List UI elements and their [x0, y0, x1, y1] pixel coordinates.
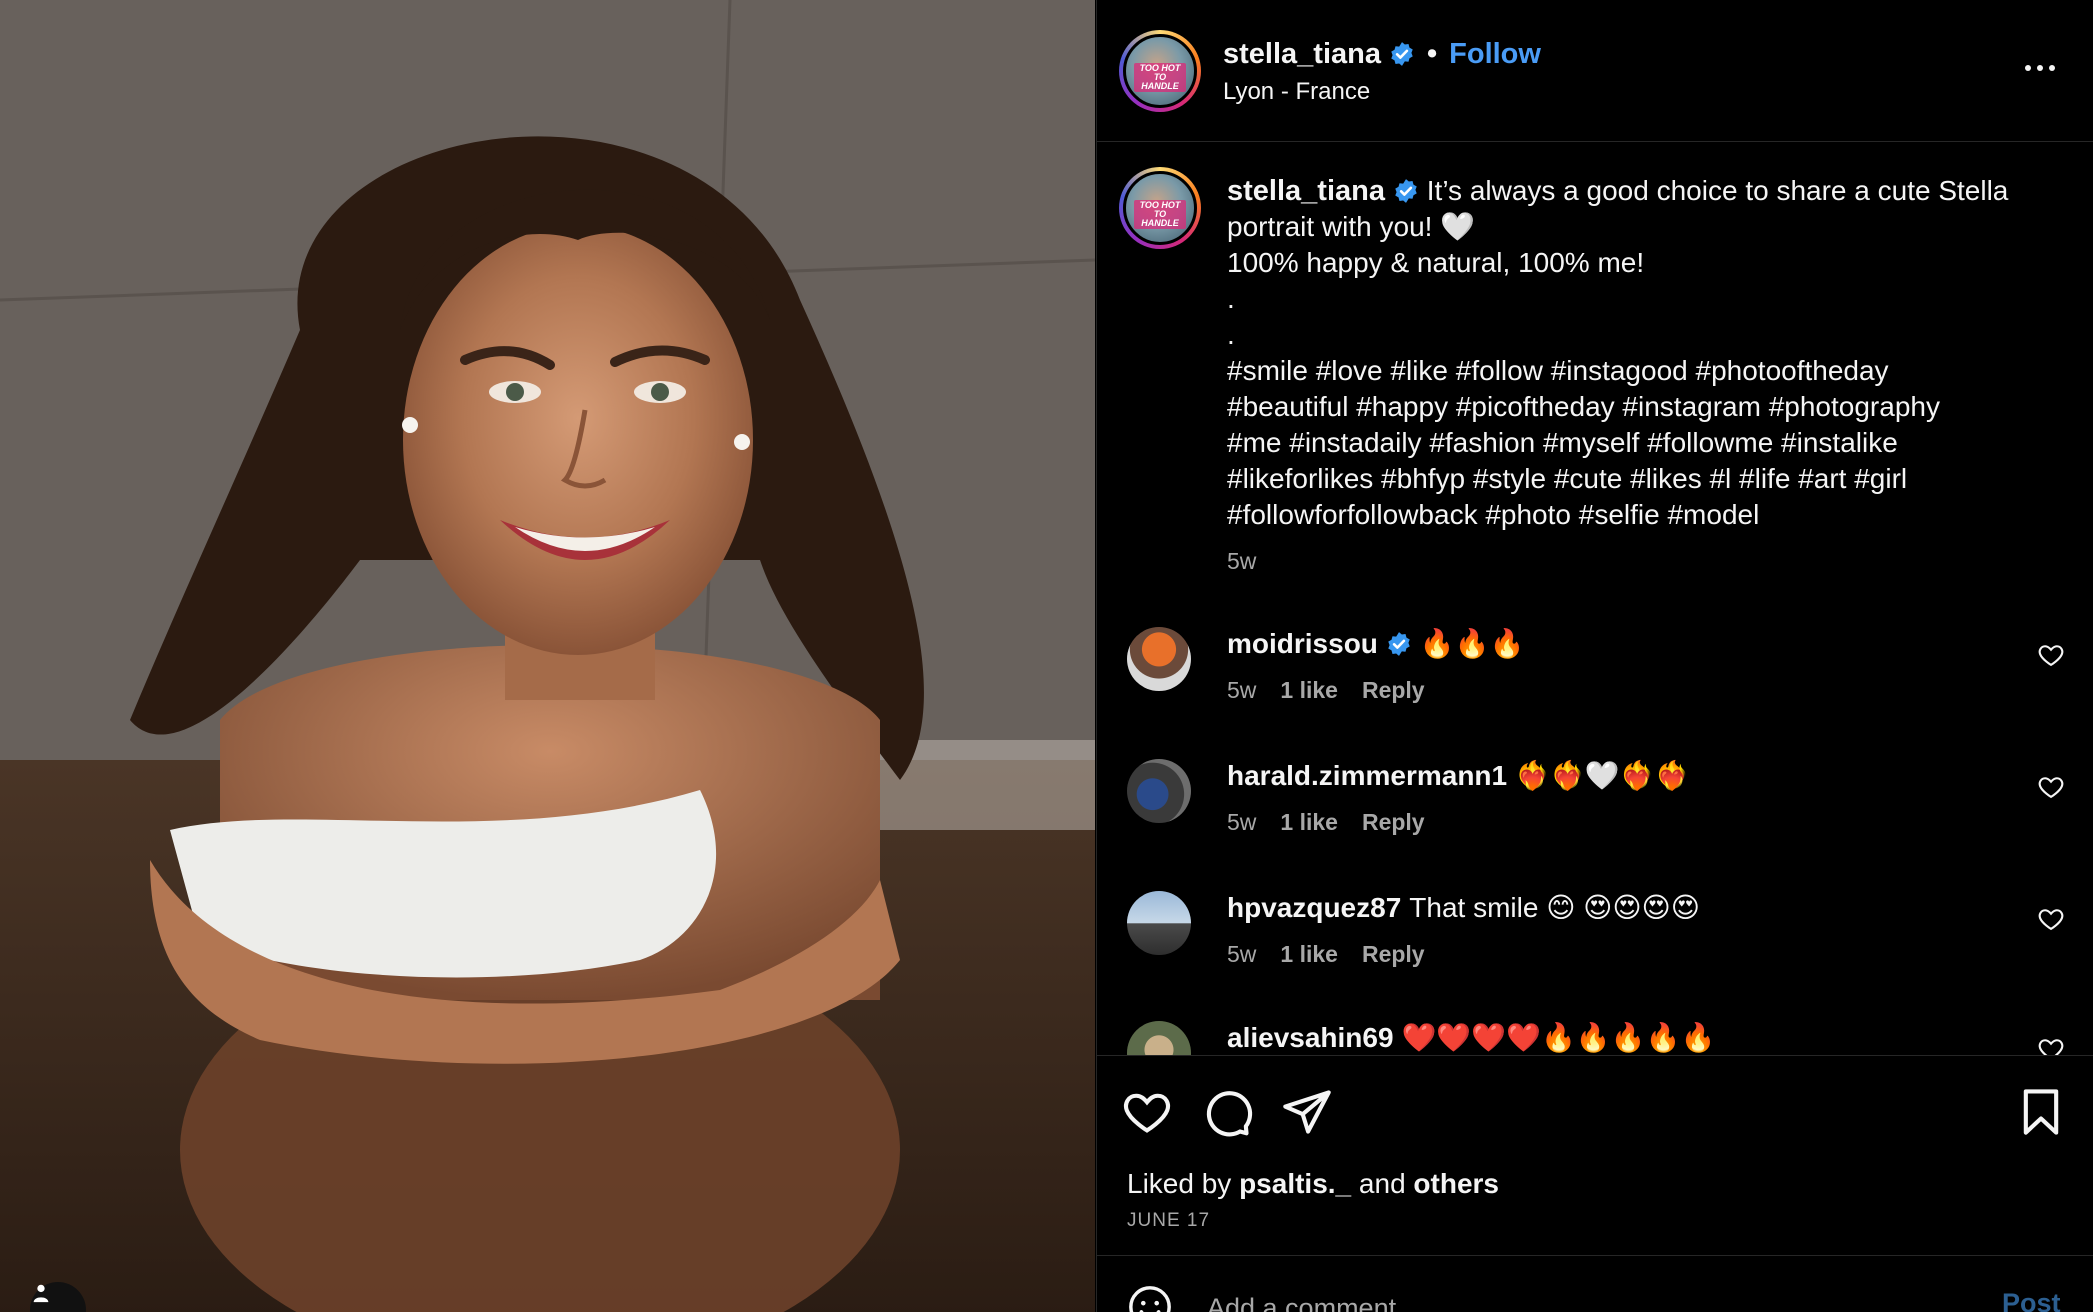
commenter-avatar[interactable]	[1127, 1021, 1191, 1055]
avatar-badge-text: TOO HOT TO HANDLE	[1134, 62, 1186, 92]
comment-heart-icon[interactable]	[2037, 1035, 2065, 1055]
comment-input[interactable]	[1207, 1288, 1907, 1312]
comment-meta: 5w 1 like Reply	[1227, 941, 1425, 968]
more-options-icon[interactable]	[2020, 48, 2060, 88]
bookmark-icon[interactable]	[2015, 1086, 2067, 1138]
separator-dot: •	[1426, 38, 1438, 70]
comment-heart-icon[interactable]	[2037, 641, 2065, 669]
post-comment-button[interactable]: Post	[2002, 1288, 2061, 1312]
verified-badge-icon	[1388, 632, 1410, 656]
caption-timestamp[interactable]: 5w	[1227, 548, 1256, 575]
comment-username[interactable]: hpvazquez87	[1227, 892, 1401, 923]
follow-button[interactable]: Follow	[1449, 38, 1541, 70]
photo-illustration	[0, 0, 1095, 1312]
comment-time[interactable]: 5w	[1227, 677, 1256, 703]
author-username[interactable]: stella_tiana	[1223, 38, 1381, 70]
liked-by-text: Liked by psaltis._ and others	[1127, 1168, 1499, 1200]
comment-username[interactable]: harald.zimmermann1	[1227, 760, 1507, 791]
comment-likes[interactable]: 1 like	[1280, 941, 1338, 967]
caption-avatar-badge: TOO HOT TO HANDLE	[1134, 199, 1186, 229]
comment-text: ❤️‍🔥❤️‍🔥🤍❤️‍🔥❤️‍🔥	[1515, 760, 1690, 791]
post-header: TOO HOT TO HANDLE stella_tiana • Follow Ly…	[1097, 0, 2093, 142]
caption-avatar[interactable]: TOO HOT TO HANDLE	[1119, 167, 1201, 249]
comment-content: harald.zimmermann1 ❤️‍🔥❤️‍🔥🤍❤️‍🔥❤️‍🔥	[1227, 759, 1689, 792]
post-photo[interactable]	[0, 0, 1095, 1312]
comment-item: moidrissou 🔥🔥🔥 5w 1 like Reply	[1097, 627, 2093, 747]
comment-item: harald.zimmermann1 ❤️‍🔥❤️‍🔥🤍❤️‍🔥❤️‍🔥 5w 1 …	[1097, 759, 2093, 879]
comment-content: alievsahin69 ❤️❤️❤️❤️🔥🔥🔥🔥🔥	[1227, 1021, 1715, 1054]
liked-by-others[interactable]: others	[1413, 1168, 1499, 1199]
commenter-avatar[interactable]	[1127, 627, 1191, 691]
caption-text-block: stella_tiana It’s always a good choice t…	[1227, 173, 2047, 533]
comment-likes[interactable]: 1 like	[1280, 677, 1338, 703]
comment-meta: 5w 1 like Reply	[1227, 809, 1425, 836]
add-comment-bar: Post	[1097, 1255, 2093, 1312]
caption-text: It’s always a good choice to share a cut…	[1227, 175, 2009, 530]
commenter-avatar[interactable]	[1127, 891, 1191, 955]
emoji-icon[interactable]	[1127, 1284, 1173, 1312]
comment-time[interactable]: 5w	[1227, 941, 1256, 967]
verified-badge-icon	[1395, 179, 1417, 203]
comment-content: hpvazquez87 That smile 😊 😍😍😍😍	[1227, 891, 1700, 924]
comments-list[interactable]: TOO HOT TO HANDLE stella_tiana It’s alwa…	[1097, 143, 2093, 1055]
user-tag-icon	[33, 1284, 49, 1303]
reply-button[interactable]: Reply	[1362, 809, 1425, 835]
post-date[interactable]: JUNE 17	[1127, 1210, 1210, 1232]
comment-text: That smile 😊 😍😍😍😍	[1409, 892, 1700, 923]
caption-username[interactable]: stella_tiana	[1227, 175, 1385, 207]
header-username-row: stella_tiana • Follow	[1223, 38, 1541, 71]
post-location[interactable]: Lyon - France	[1223, 78, 1370, 106]
comment-text: ❤️❤️❤️❤️🔥🔥🔥🔥🔥	[1401, 1022, 1716, 1053]
liked-by-user[interactable]: psaltis._	[1239, 1168, 1351, 1199]
liked-by-and: and	[1358, 1168, 1406, 1199]
comment-text: 🔥🔥🔥	[1419, 628, 1525, 659]
commenter-avatar[interactable]	[1127, 759, 1191, 823]
comment-icon[interactable]	[1201, 1086, 1253, 1138]
post-actions: Liked by psaltis._ and others JUNE 17	[1097, 1055, 2093, 1255]
comment-likes[interactable]: 1 like	[1280, 809, 1338, 835]
heart-icon[interactable]	[1121, 1086, 1173, 1138]
comment-item: hpvazquez87 That smile 😊 😍😍😍😍 5w 1 like Rep…	[1097, 891, 2093, 1011]
comment-meta: 5w 1 like Reply	[1227, 677, 1425, 704]
comment-item: alievsahin69 ❤️❤️❤️❤️🔥🔥🔥🔥🔥	[1097, 1021, 2093, 1055]
comment-username[interactable]: alievsahin69	[1227, 1022, 1394, 1053]
comment-heart-icon[interactable]	[2037, 905, 2065, 933]
comment-time[interactable]: 5w	[1227, 809, 1256, 835]
reply-button[interactable]: Reply	[1362, 941, 1425, 967]
share-icon[interactable]	[1281, 1086, 1333, 1138]
liked-by-prefix: Liked by	[1127, 1168, 1232, 1199]
verified-badge-icon	[1391, 42, 1413, 66]
post-side-panel: TOO HOT TO HANDLE stella_tiana • Follow Ly…	[1096, 0, 2093, 1312]
comment-content: moidrissou 🔥🔥🔥	[1227, 627, 1525, 660]
reply-button[interactable]: Reply	[1362, 677, 1425, 703]
author-avatar[interactable]: TOO HOT TO HANDLE	[1119, 30, 1201, 112]
comment-heart-icon[interactable]	[2037, 773, 2065, 801]
comment-username[interactable]: moidrissou	[1227, 628, 1378, 659]
